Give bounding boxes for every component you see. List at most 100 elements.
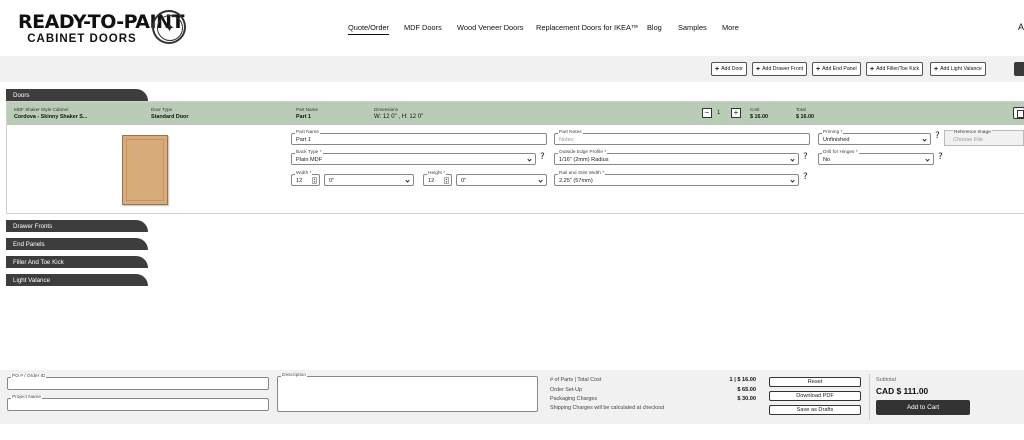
- height-fraction-value: 0": [461, 178, 467, 184]
- rail-stile-select[interactable]: Rail and Stile Width * 2.25" (57mm): [554, 171, 799, 186]
- section-tab-drawer-fronts[interactable]: Drawer Fronts: [6, 220, 148, 232]
- width-label: Width *: [295, 171, 313, 177]
- add-drawer-front-button[interactable]: + Add Drawer Front: [752, 62, 808, 76]
- priming-select[interactable]: Priming * Unfinished: [818, 130, 931, 145]
- height-fraction-select[interactable]: 0": [456, 174, 547, 186]
- dimensions-cell: Dimensions W: 12 0" , H: 12 0": [374, 107, 423, 121]
- add-filler-label: Add Filler/Toe Kick: [876, 66, 920, 72]
- drill-hinges-label: Drill for Hinges *: [822, 150, 859, 156]
- project-name-label: Project Name: [11, 395, 43, 401]
- width-fraction-select[interactable]: 0": [324, 174, 414, 186]
- order-setup-value: $ 65.00: [737, 387, 756, 393]
- part-notes-field[interactable]: Part Notes Notes: [554, 130, 810, 145]
- account-link[interactable]: A: [1018, 22, 1024, 32]
- priming-help-icon[interactable]: ?: [935, 131, 940, 141]
- footer-divider: [869, 374, 870, 420]
- plus-icon: +: [934, 65, 939, 73]
- back-type-help-icon[interactable]: ?: [540, 152, 545, 162]
- section-tab-light-valance[interactable]: Light Valance: [6, 274, 148, 286]
- parts-count-value: 1 | $ 16.00: [729, 377, 756, 383]
- chevron-down-icon: [922, 137, 927, 142]
- door-type-value: Standard Door: [151, 114, 189, 120]
- site-header: READY-TO-PAINT CABINET DOORS ✦ Quote/Ord…: [0, 0, 1024, 56]
- edge-profile-select[interactable]: Outside Edge Profile * 1/16" (2mm) Radiu…: [554, 150, 799, 165]
- add-door-button[interactable]: + Add Door: [711, 62, 748, 76]
- rail-stile-value: 2.25" (57mm): [559, 178, 593, 184]
- width-whole-input[interactable]: Width * 12 ▲ ▼: [291, 171, 320, 186]
- section-tab-doors[interactable]: Doors: [6, 89, 148, 101]
- part-name-value: Part 1: [296, 114, 311, 120]
- description-textarea[interactable]: Description: [277, 373, 538, 412]
- priming-value: Unfinished: [823, 137, 850, 143]
- choose-file-input[interactable]: Choose File: [953, 137, 983, 143]
- total-cell: Total $ 16.00: [796, 107, 814, 121]
- door-item-summary-bar[interactable]: MDF Shaker Style Cabinet Cordova - Skinn…: [7, 102, 1024, 125]
- edge-profile-help-icon[interactable]: ?: [803, 152, 808, 162]
- section-tab-end-panels[interactable]: End Panels: [6, 238, 148, 250]
- reference-image-field[interactable]: Reference Image Choose File: [944, 130, 1024, 146]
- rail-stile-help-icon[interactable]: ?: [803, 172, 808, 182]
- nav-more[interactable]: More: [722, 23, 739, 32]
- plus-icon: +: [756, 65, 761, 73]
- main-nav: Quote/Order MDF Doors Wood Veneer Doors …: [0, 23, 1024, 37]
- quantity-value: 1: [717, 110, 721, 116]
- plus-icon: +: [816, 65, 821, 73]
- duplicate-icon[interactable]: [1013, 107, 1024, 119]
- parts-count-label: # of Parts | Total Cost: [550, 377, 602, 383]
- add-light-valance-button[interactable]: + Add Light Valance: [930, 62, 986, 76]
- add-end-panel-button[interactable]: + Add End Panel: [812, 62, 861, 76]
- project-name-input[interactable]: Project Name: [7, 395, 269, 411]
- po-order-id-input[interactable]: PO # / Order ID: [7, 374, 269, 390]
- nav-mdf-doors[interactable]: MDF Doors: [404, 23, 442, 32]
- edge-profile-value: 1/16" (2mm) Radius: [559, 157, 609, 163]
- add-light-valance-label: Add Light Valance: [940, 66, 982, 72]
- nav-blog[interactable]: Blog: [647, 23, 662, 32]
- cost-value: $ 16.00: [750, 114, 768, 120]
- reset-button[interactable]: Reset: [769, 377, 861, 387]
- toolbar-edge-button[interactable]: [1014, 62, 1024, 76]
- drill-hinges-help-icon[interactable]: ?: [938, 152, 943, 162]
- add-end-panel-label: Add End Panel: [822, 66, 857, 72]
- cost-cell: Cost $ 16.00: [750, 107, 768, 121]
- stepper-icon[interactable]: ▲ ▼: [444, 177, 449, 184]
- part-notes-input[interactable]: Notes: [559, 137, 574, 143]
- save-as-drafts-button[interactable]: Save as Drafts: [769, 405, 861, 415]
- door-preview-image: [122, 135, 168, 205]
- section-tab-filler-toe-kick[interactable]: Filler And Toe Kick: [6, 256, 148, 268]
- stepper-icon[interactable]: ▲ ▼: [312, 177, 317, 184]
- part-name-input[interactable]: Part 1: [296, 137, 311, 143]
- quantity-decrease-button[interactable]: −: [702, 108, 712, 118]
- nav-quote-order[interactable]: Quote/Order: [348, 23, 390, 35]
- drill-hinges-value: No: [823, 157, 831, 163]
- add-drawer-front-label: Add Drawer Front: [762, 66, 804, 72]
- part-name-field[interactable]: Part Name Part 1: [291, 130, 547, 145]
- chevron-down-icon: [527, 157, 532, 162]
- part-name-cell: Part Name Part 1: [296, 107, 318, 121]
- packaging-label: Packaging Charges: [550, 396, 598, 402]
- chevron-down-icon: [405, 178, 410, 183]
- add-door-label: Add Door: [721, 66, 744, 72]
- back-type-select[interactable]: Back Type * Plain MDF: [291, 150, 536, 165]
- door-type-cell: Door Type Standard Door: [151, 107, 188, 121]
- dimensions-value: W: 12 0" , H: 12 0": [374, 114, 424, 120]
- nav-wood-veneer-doors[interactable]: Wood Veneer Doors: [457, 23, 523, 32]
- chevron-down-icon: [538, 178, 543, 183]
- quantity-increase-button[interactable]: +: [731, 108, 741, 118]
- add-to-cart-button[interactable]: Add to Cart: [876, 400, 970, 415]
- back-type-label: Back Type *: [295, 150, 323, 156]
- add-filler-toe-kick-button[interactable]: + Add Filler/Toe Kick: [866, 62, 924, 76]
- po-order-id-label: PO # / Order ID: [11, 374, 47, 380]
- height-whole-input[interactable]: Height * 12 ▲ ▼: [423, 171, 452, 186]
- subtotal-value: CAD $ 111.00: [876, 386, 929, 396]
- nav-samples[interactable]: Samples: [678, 23, 707, 32]
- subtotal-label: Subtotal: [876, 377, 896, 383]
- width-fraction-value: 0": [329, 178, 335, 184]
- width-value: 12: [296, 178, 303, 184]
- description-label: Description: [281, 373, 307, 379]
- part-notes-field-label: Part Notes: [558, 130, 583, 136]
- rail-stile-label: Rail and Stile Width *: [558, 171, 606, 177]
- download-pdf-button[interactable]: Download PDF: [769, 391, 861, 401]
- nav-replacement-doors-ikea[interactable]: Replacement Doors for IKEA™: [536, 23, 638, 32]
- drill-hinges-select[interactable]: Drill for Hinges * No: [818, 150, 934, 165]
- total-value: $ 16.00: [796, 114, 814, 120]
